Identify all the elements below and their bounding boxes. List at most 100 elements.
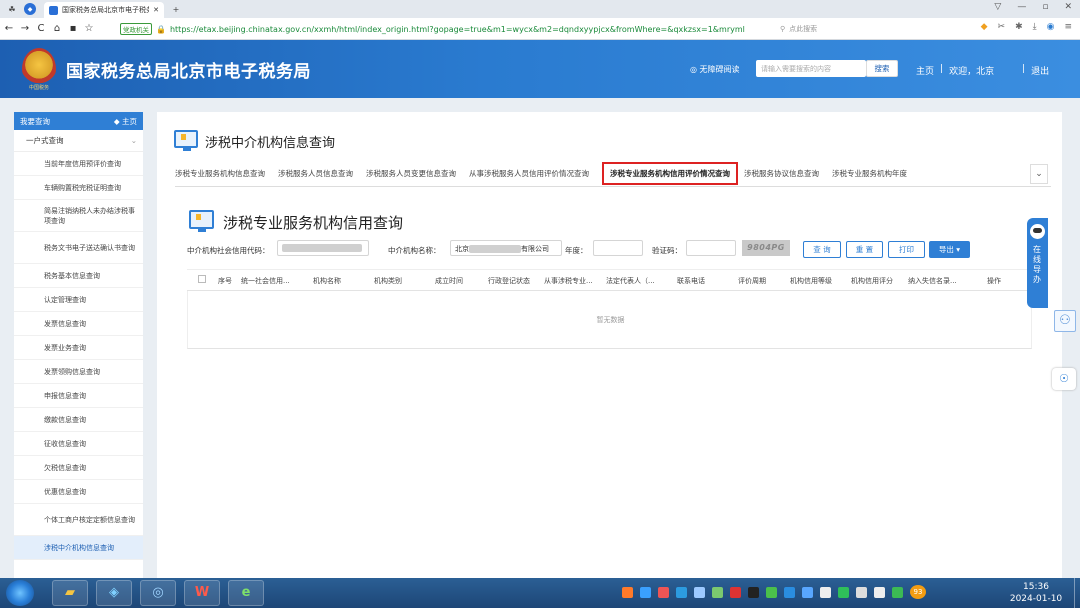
new-tab-icon[interactable]: +: [170, 3, 182, 15]
ie-icon[interactable]: e: [228, 580, 264, 606]
home-icon[interactable]: ⌂: [50, 23, 64, 34]
show-desktop-button[interactable]: [1074, 578, 1080, 608]
site-search-button[interactable]: 搜索: [866, 60, 898, 77]
start-button-icon[interactable]: [6, 580, 34, 606]
star-icon[interactable]: ☆: [82, 23, 96, 34]
sidebar-item-individual-quota[interactable]: 个体工商户核定定额信息查询: [14, 504, 143, 536]
browser-search[interactable]: ⚲ 点此搜索: [780, 22, 930, 36]
tray-badge[interactable]: 93: [910, 585, 926, 599]
sidebar-item-tax-agency[interactable]: 涉税中介机构信息查询: [14, 536, 143, 560]
scissors-icon[interactable]: ✂: [998, 22, 1006, 32]
sidebar-item-invoice-business[interactable]: 发票业务查询: [14, 336, 143, 360]
sidebar-item-e-delivery[interactable]: 税务文书电子送达确认书查询: [14, 232, 143, 264]
sidebar-item-vehicle-tax[interactable]: 车辆购置税完税证明查询: [14, 176, 143, 200]
wps-icon[interactable]: W: [184, 580, 220, 606]
restore-tab-icon[interactable]: ▽: [994, 2, 1001, 12]
refresh-icon[interactable]: C: [34, 23, 48, 34]
sidebar-item-invoice-info[interactable]: 发票信息查询: [14, 312, 143, 336]
captcha-input[interactable]: [686, 240, 736, 256]
print-button[interactable]: 打印: [888, 241, 925, 258]
minimize-icon[interactable]: —: [1017, 2, 1026, 12]
explorer-icon[interactable]: ▰: [52, 580, 88, 606]
sidebar-item-arrears[interactable]: 欠税信息查询: [14, 456, 143, 480]
app-icon[interactable]: ◈: [96, 580, 132, 606]
browser-sidebar-icon[interactable]: ◆: [24, 3, 36, 15]
sidebar-title: 我要查询: [20, 116, 50, 126]
home-link[interactable]: 主页: [916, 64, 934, 77]
tray-wechat-icon[interactable]: [838, 587, 849, 598]
puzzle-icon[interactable]: ✱: [1015, 22, 1023, 32]
browser-logo-icon[interactable]: ☘: [6, 3, 18, 15]
captcha-image[interactable]: 9804PG: [742, 240, 790, 256]
tab-service-agreement[interactable]: 涉税服务协议信息查询: [744, 168, 819, 179]
tabs-more-chevron-icon[interactable]: ⌄: [1030, 164, 1048, 184]
query-button[interactable]: 查 询: [803, 241, 841, 258]
tray-app-icon[interactable]: [784, 587, 795, 598]
tab-staff-credit[interactable]: 从事涉税服务人员信用评价情况查询: [469, 168, 589, 179]
tab-staff-change[interactable]: 涉税服务人员变更信息查询: [366, 168, 456, 179]
clock[interactable]: 15:36 2024-01-10: [1000, 581, 1072, 605]
shield-icon[interactable]: ◆: [981, 22, 988, 32]
sidebar-group-toggle[interactable]: 一户式查询 ⌄: [14, 130, 143, 152]
tab-staff-info[interactable]: 涉税服务人员信息查询: [278, 168, 353, 179]
sidebar-item-payment[interactable]: 缴款信息查询: [14, 408, 143, 432]
sidebar-item-basic-info[interactable]: 税务基本信息查询: [14, 264, 143, 288]
tray-cloud-icon[interactable]: [676, 587, 687, 598]
accessibility-hand-icon[interactable]: ☉: [1052, 368, 1076, 390]
redacted-value: [469, 245, 521, 253]
query-tabs: 涉税专业服务机构信息查询 涉税服务人员信息查询 涉税服务人员变更信息查询 从事涉…: [175, 161, 1051, 187]
menu-icon[interactable]: ≡: [1064, 22, 1072, 32]
tray-app-icon[interactable]: [892, 587, 903, 598]
sidebar-item-credit-pre-eval[interactable]: 当前年度信用预评价查询: [14, 152, 143, 176]
tray-app-icon[interactable]: [766, 587, 777, 598]
browser-right-icons: ◆ ✂ ✱ ⤓ ◉ ≡: [981, 22, 1072, 32]
tray-sogou-icon[interactable]: [622, 587, 633, 598]
tab-agency-annual[interactable]: 涉税专业服务机构年度: [832, 168, 907, 179]
extension-icon[interactable]: ▪: [66, 23, 80, 34]
select-all-checkbox[interactable]: [198, 275, 206, 283]
tray-network-icon[interactable]: [820, 587, 831, 598]
download-icon[interactable]: ⤓: [1033, 22, 1037, 32]
table-body: 暂无数据: [187, 291, 1032, 349]
tab-agency-info[interactable]: 涉税专业服务机构信息查询: [175, 168, 265, 179]
logout-link[interactable]: 退出: [1031, 64, 1049, 77]
browser-taskbar-icon[interactable]: ◎: [140, 580, 176, 606]
col-founded: 成立时间: [435, 277, 463, 285]
agency-name-input[interactable]: 北京 有限公司: [450, 240, 562, 256]
sidebar-item-preferential[interactable]: 优惠信息查询: [14, 480, 143, 504]
credit-code-input[interactable]: [277, 240, 369, 256]
tray-app-icon[interactable]: [640, 587, 651, 598]
tray-app-icon[interactable]: [694, 587, 705, 598]
tray-volume-icon[interactable]: [874, 587, 885, 598]
accessibility-link[interactable]: ◎ 无障碍阅读: [690, 64, 740, 75]
reset-button[interactable]: 重 置: [846, 241, 883, 258]
site-title: 国家税务总局北京市电子税务局: [66, 62, 311, 82]
tray-app-icon[interactable]: [730, 587, 741, 598]
sidebar-item-declaration[interactable]: 申报信息查询: [14, 384, 143, 408]
url-field[interactable]: 党政机关 🔒 https://etax.beijing.chinatax.gov…: [120, 21, 770, 37]
site-search-input[interactable]: 请输入需要搜索的内容: [756, 60, 866, 77]
tray-app-icon[interactable]: [712, 587, 723, 598]
edge-icon[interactable]: ◉: [1047, 22, 1055, 32]
online-service-widget[interactable]: 在线导办: [1027, 218, 1048, 308]
user-service-icon[interactable]: ⚇: [1054, 310, 1076, 332]
sidebar-item-deregistration[interactable]: 简易注销纳税人未办结涉税事项查询: [14, 200, 143, 232]
close-window-icon[interactable]: ✕: [1064, 2, 1072, 12]
sidebar-home-link[interactable]: ◆ 主页: [114, 116, 137, 127]
sidebar-item-collection[interactable]: 征收信息查询: [14, 432, 143, 456]
tab-close-icon[interactable]: ✕: [153, 6, 159, 14]
maximize-icon[interactable]: ▫: [1042, 2, 1048, 12]
monitor-icon: [189, 210, 214, 232]
tray-qq-icon[interactable]: [748, 587, 759, 598]
back-icon[interactable]: ←: [2, 23, 16, 34]
forward-icon[interactable]: →: [18, 23, 32, 34]
browser-tab[interactable]: 国家税务总局北京市电子税务 ✕: [44, 2, 164, 18]
tray-app-icon[interactable]: [658, 587, 669, 598]
tray-input-icon[interactable]: [856, 587, 867, 598]
export-button[interactable]: 导出 ▾: [929, 241, 970, 258]
tab-agency-credit[interactable]: 涉税专业服务机构信用评价情况查询: [602, 162, 738, 185]
sidebar-item-invoice-purchase[interactable]: 发票领购信息查询: [14, 360, 143, 384]
tray-app-icon[interactable]: [802, 587, 813, 598]
year-input[interactable]: [593, 240, 643, 256]
sidebar-item-certification[interactable]: 认定管理查询: [14, 288, 143, 312]
